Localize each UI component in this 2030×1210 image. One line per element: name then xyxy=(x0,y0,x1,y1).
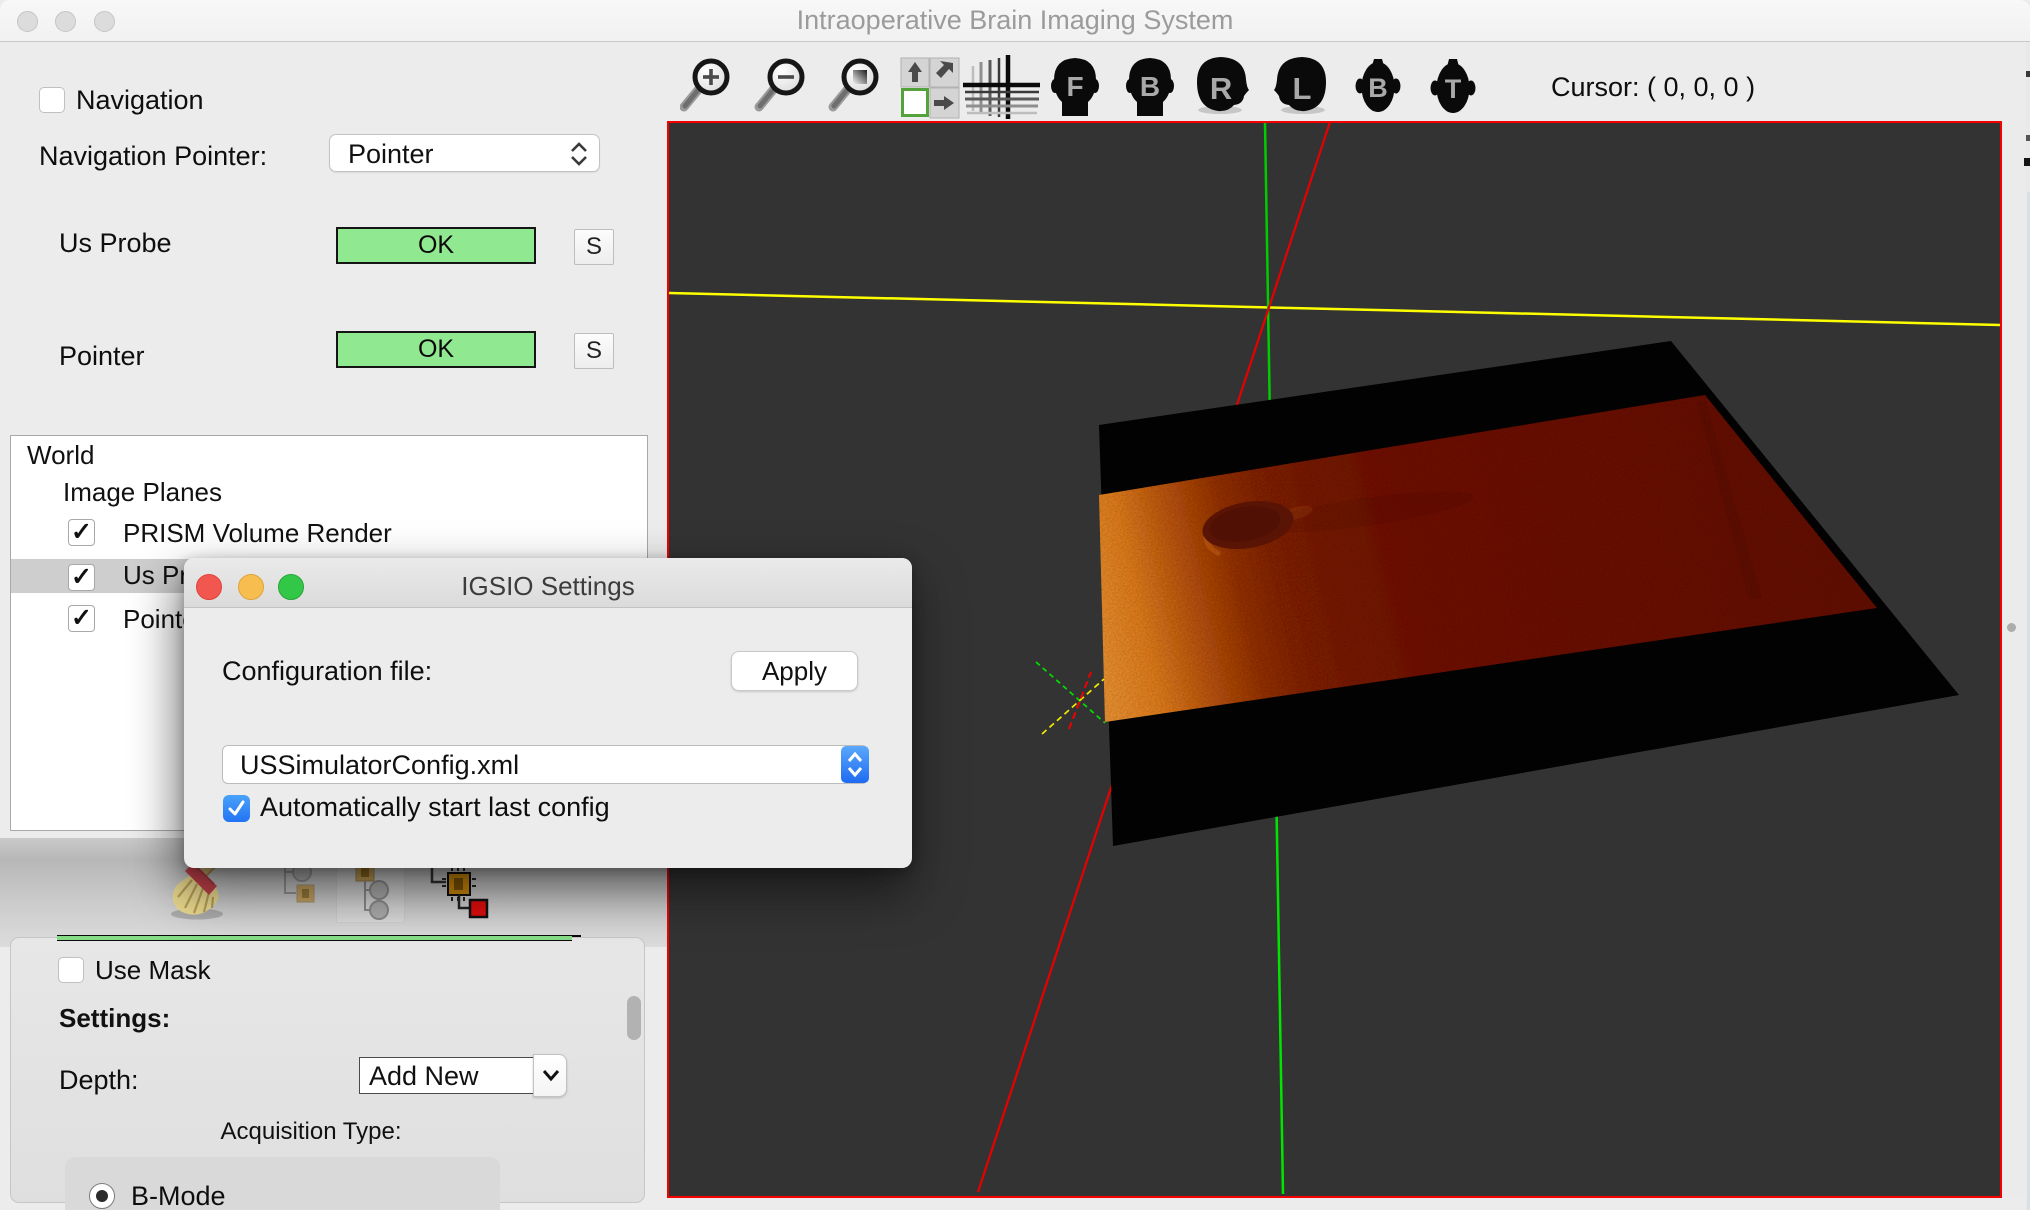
svg-text:T: T xyxy=(1445,74,1462,104)
svg-text:L: L xyxy=(1293,71,1312,106)
svg-text:R: R xyxy=(1210,71,1232,106)
svg-text:B: B xyxy=(1140,71,1160,102)
svg-text:F: F xyxy=(1066,71,1083,102)
svg-text:B: B xyxy=(1368,73,1388,103)
